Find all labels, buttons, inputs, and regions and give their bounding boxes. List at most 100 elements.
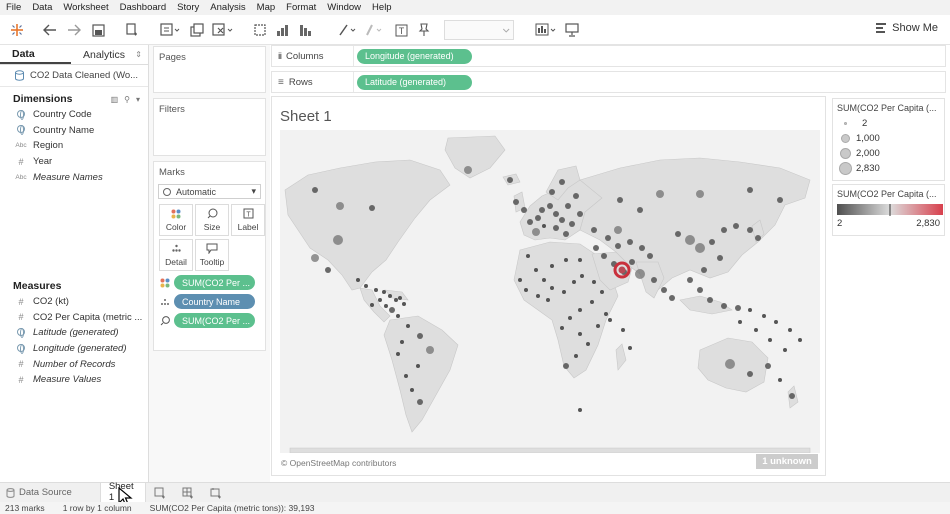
field-item[interactable]: # Measure Values	[0, 372, 148, 388]
color-legend[interactable]: SUM(CO2 Per Capita (... 2 2,830	[832, 184, 945, 236]
presentation-icon[interactable]	[535, 20, 557, 40]
forward-arrow-icon[interactable]	[67, 20, 81, 40]
field-item[interactable]: # CO2 Per Capita (metric ...	[0, 310, 148, 326]
duplicate-icon[interactable]	[190, 20, 204, 40]
size-legend-item[interactable]: 2	[833, 116, 944, 131]
new-dashboard-tab-button[interactable]	[174, 483, 202, 503]
country-mark	[697, 287, 703, 293]
field-label: Region	[33, 140, 64, 152]
country-mark	[754, 328, 758, 332]
new-worksheet-tab-icon	[154, 487, 165, 498]
tab-data[interactable]: Data	[0, 45, 71, 64]
field-item[interactable]: Latitude (generated)	[0, 325, 148, 341]
marks-pill-color[interactable]: SUM(CO2 Per ...	[160, 275, 265, 290]
country-mark	[398, 296, 402, 300]
new-worksheet-icon[interactable]	[160, 20, 180, 40]
country-mark	[396, 314, 400, 318]
save-icon[interactable]	[92, 20, 105, 40]
size-legend-item[interactable]: 2,830	[833, 161, 944, 176]
country-mark	[747, 227, 753, 233]
field-item[interactable]: Country Name	[0, 123, 148, 139]
menu-worksheet[interactable]: Worksheet	[63, 2, 108, 13]
columns-pill[interactable]: Longitude (generated)	[357, 48, 472, 64]
menu-format[interactable]: Format	[286, 2, 316, 13]
pages-card[interactable]: Pages	[153, 46, 266, 93]
field-item[interactable]: Abc Region	[0, 138, 148, 154]
country-mark	[601, 253, 607, 259]
color-pill[interactable]: SUM(CO2 Per ...	[174, 275, 255, 290]
country-mark	[577, 211, 583, 217]
field-item[interactable]: Longitude (generated)	[0, 341, 148, 357]
menu-data[interactable]: Data	[32, 2, 52, 13]
menu-help[interactable]: Help	[372, 2, 392, 13]
new-worksheet-tab-button[interactable]	[146, 483, 174, 503]
world-map[interactable]	[280, 130, 820, 453]
color-label: Color	[165, 221, 187, 232]
tooltip-button[interactable]: Tooltip	[195, 239, 229, 271]
search-icon[interactable]: ⚲	[124, 95, 130, 104]
columns-shelf[interactable]: iii Columns Longitude (generated)	[271, 45, 946, 67]
marks-pill-detail[interactable]: Country Name	[160, 294, 265, 309]
size-legend[interactable]: SUM(CO2 Per Capita (... 2 1,000 2,000 2,…	[832, 98, 945, 181]
text-label-icon[interactable]: T	[395, 20, 408, 40]
size-button[interactable]: Size	[195, 204, 229, 236]
pane-menu-icon[interactable]: ⇕	[135, 50, 142, 59]
detail-button[interactable]: Detail	[159, 239, 193, 271]
detail-pill[interactable]: Country Name	[174, 294, 255, 309]
size-pill[interactable]: SUM(CO2 Per ...	[174, 313, 255, 328]
field-item[interactable]: # Year	[0, 154, 148, 170]
rows-shelf[interactable]: ≡ Rows Latitude (generated)	[271, 71, 946, 93]
mark-type-select[interactable]: Automatic ▾	[158, 184, 261, 199]
chevron-down-icon: ▾	[251, 186, 256, 196]
field-item[interactable]: Abc Measure Names	[0, 169, 148, 185]
menu-map[interactable]: Map	[257, 2, 275, 13]
country-mark	[591, 227, 597, 233]
country-mark	[389, 307, 395, 313]
country-mark	[628, 346, 632, 350]
grid-view-icon[interactable]: ▥	[111, 95, 119, 104]
menu-file[interactable]: File	[6, 2, 21, 13]
paperclip-icon[interactable]	[363, 20, 383, 40]
size-legend-item[interactable]: 2,000	[833, 146, 944, 161]
new-story-tab-button[interactable]	[202, 483, 230, 503]
map-attribution[interactable]: © OpenStreetMap contributors	[281, 458, 396, 468]
columns-label: Columns	[286, 50, 324, 62]
field-item[interactable]: # CO2 (kt)	[0, 294, 148, 310]
marks-pill-size[interactable]: SUM(CO2 Per ...	[160, 313, 265, 328]
back-arrow-icon[interactable]	[43, 20, 57, 40]
clear-sheet-icon[interactable]	[212, 20, 234, 40]
swap-icon[interactable]	[253, 20, 267, 40]
sort-ascending-icon[interactable]	[275, 20, 289, 40]
highlight-icon[interactable]	[337, 20, 357, 40]
size-legend-item[interactable]: 1,000	[833, 131, 944, 146]
datasource-item[interactable]: CO2 Data Cleaned (Wo...	[0, 65, 148, 87]
tab-data-source[interactable]: Data Source	[0, 483, 80, 503]
tableau-logo-icon[interactable]	[9, 20, 25, 40]
monitor-icon[interactable]	[565, 20, 579, 40]
dropdown-icon[interactable]: ▾	[136, 95, 140, 104]
country-mark	[388, 294, 392, 298]
country-mark	[518, 278, 522, 282]
worksheet-view[interactable]: Sheet 1 © OpenStreetMap contributors 1 u…	[271, 96, 826, 476]
menu-window[interactable]: Window	[327, 2, 361, 13]
color-button[interactable]: Color	[159, 204, 193, 236]
data-pane: Data Analytics ⇕ CO2 Data Cleaned (Wo... …	[0, 45, 149, 482]
menu-analysis[interactable]: Analysis	[210, 2, 245, 13]
unknown-indicator[interactable]: 1 unknown	[756, 454, 818, 469]
sheet-title[interactable]: Sheet 1	[280, 108, 332, 125]
filters-card[interactable]: Filters	[153, 98, 266, 156]
field-item[interactable]: Country Code	[0, 107, 148, 123]
measures-title: Measures	[13, 279, 62, 292]
label-button[interactable]: T Label	[231, 204, 265, 236]
pin-icon[interactable]	[418, 20, 430, 40]
show-me-button[interactable]: Show Me	[875, 22, 938, 34]
new-datasource-icon[interactable]	[126, 20, 138, 40]
sort-descending-icon[interactable]	[298, 20, 312, 40]
fit-dropdown[interactable]	[444, 20, 514, 40]
menu-dashboard[interactable]: Dashboard	[120, 2, 166, 13]
menu-story[interactable]: Story	[177, 2, 199, 13]
dimensions-list: Country Code Country Name Abc Region # Year Ab…	[0, 107, 148, 185]
rows-pill[interactable]: Latitude (generated)	[357, 74, 472, 90]
tab-analytics[interactable]: Analytics ⇕	[71, 45, 148, 64]
field-item[interactable]: # Number of Records	[0, 356, 148, 372]
